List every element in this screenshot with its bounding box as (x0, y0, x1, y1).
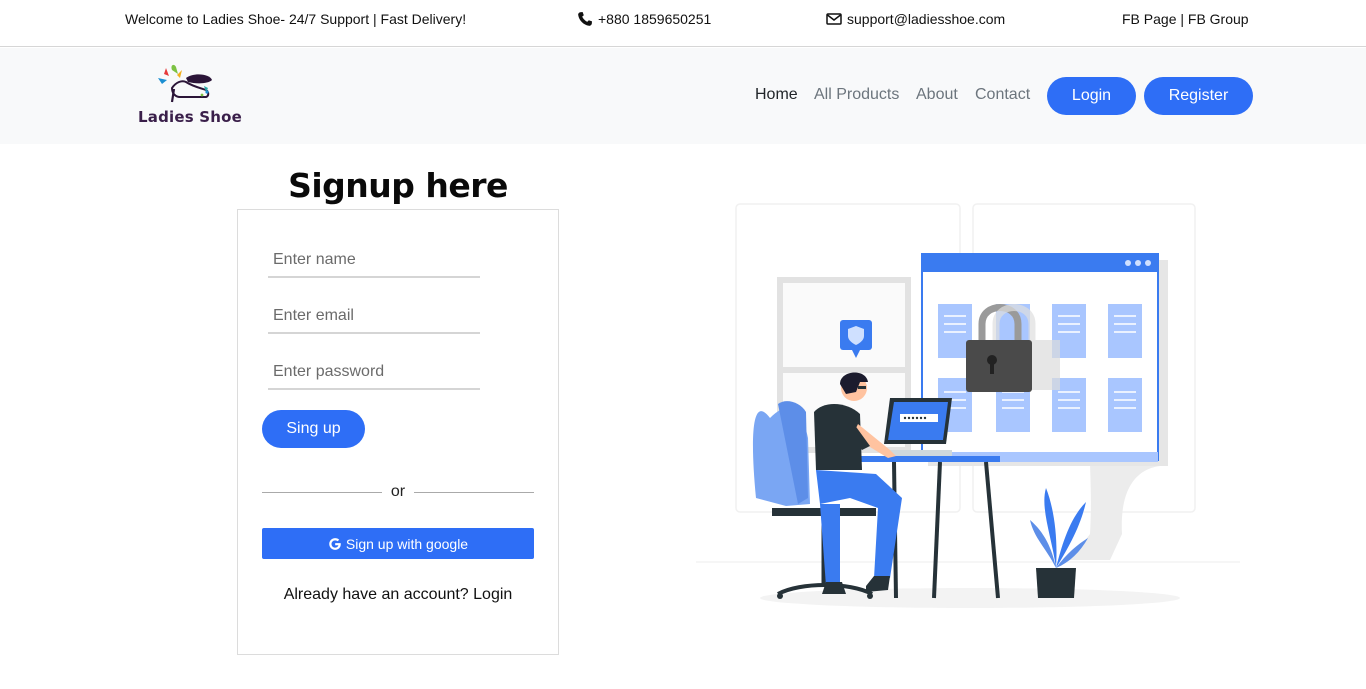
phone-contact: +880 1859650251 (577, 11, 711, 27)
name-input[interactable] (268, 244, 480, 278)
welcome-text: Welcome to Ladies Shoe- 24/7 Support | F… (125, 11, 466, 27)
welcome-label: Welcome to Ladies Shoe- 24/7 Support | F… (125, 11, 467, 27)
nav-about-link[interactable]: About (916, 86, 958, 104)
nav-contact-link[interactable]: Contact (975, 86, 1030, 104)
password-input[interactable] (268, 356, 480, 390)
google-icon (329, 537, 341, 550)
brand-logo[interactable]: Ladies Shoe (136, 62, 242, 126)
phone-number: +880 1859650251 (598, 11, 712, 27)
signup-submit-button[interactable]: Sing up (262, 410, 365, 448)
security-login-illustration (696, 203, 1240, 608)
brand-name: Ladies Shoe (138, 108, 243, 126)
google-signup-button[interactable]: Sign up with google (262, 528, 534, 559)
envelope-icon (826, 13, 842, 25)
top-info-bar: Welcome to Ladies Shoe- 24/7 Support | F… (0, 0, 1366, 47)
signup-title: Signup here (288, 166, 508, 205)
register-button[interactable]: Register (1144, 77, 1253, 115)
signup-card: Sing up or Sign up with google Already h… (237, 209, 559, 655)
login-prompt[interactable]: Already have an account? Login (238, 586, 558, 604)
nav-home-link[interactable]: Home (755, 86, 798, 104)
phone-icon (578, 12, 592, 26)
social-links-label[interactable]: FB Page | FB Group (1122, 11, 1249, 27)
nav-all-products-link[interactable]: All Products (814, 86, 899, 104)
google-signup-label: Sign up with google (345, 535, 469, 552)
shoe-logo-icon (158, 64, 212, 103)
email-address: support@ladiesshoe.com (847, 11, 1006, 27)
email-input[interactable] (268, 300, 480, 334)
main-navbar: Ladies Shoe Home All Products About Cont… (0, 48, 1366, 144)
divider-left (262, 492, 382, 493)
login-button[interactable]: Login (1047, 77, 1136, 115)
or-separator: or (390, 483, 406, 500)
email-contact: support@ladiesshoe.com (826, 11, 1005, 27)
divider-right (414, 492, 534, 493)
social-links[interactable]: FB Page | FB Group (1122, 11, 1249, 27)
